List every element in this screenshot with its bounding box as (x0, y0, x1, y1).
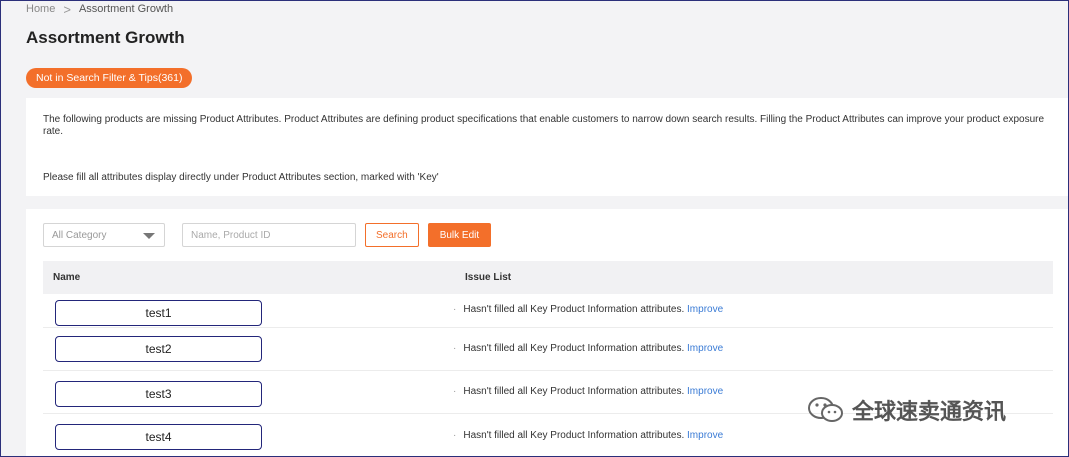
table-row: test1 · Hasn't filled all Key Product Inf… (43, 294, 1053, 328)
bullet-icon: · (453, 430, 457, 441)
column-header-issue: Issue List (465, 272, 512, 283)
info-text-2: Please fill all attributes display direc… (43, 172, 439, 183)
improve-link[interactable]: Improve (687, 430, 723, 441)
bullet-icon: · (453, 386, 457, 397)
improve-link[interactable]: Improve (687, 343, 723, 354)
wechat-icon (808, 397, 843, 422)
watermark-text: 全球速卖通资讯 (852, 399, 1007, 424)
info-text-1: The following products are missing Produ… (43, 114, 1045, 137)
issue-text: · Hasn't filled all Key Product Informati… (453, 304, 724, 315)
watermark: 全球速卖通资讯 (806, 394, 1006, 426)
product-name: test3 (55, 381, 262, 407)
improve-link[interactable]: Improve (687, 304, 723, 315)
filter-bar: All Category Search Bulk Edit (43, 223, 492, 247)
category-select[interactable]: All Category (43, 223, 165, 247)
search-input[interactable] (182, 223, 356, 247)
search-button[interactable]: Search (365, 223, 419, 247)
page-title: Assortment Growth (26, 28, 185, 47)
issue-text: · Hasn't filled all Key Product Informati… (453, 343, 724, 354)
breadcrumb: Home > Assortment Growth (26, 1, 174, 17)
improve-link[interactable]: Improve (687, 386, 723, 397)
bulk-edit-button[interactable]: Bulk Edit (427, 223, 492, 247)
product-name: test2 (55, 336, 262, 362)
table-row: test2 · Hasn't filled all Key Product Inf… (43, 328, 1053, 371)
info-box: The following products are missing Produ… (26, 98, 1069, 196)
category-select-value: All Category (52, 229, 107, 241)
table-header: Name Issue List (43, 261, 1053, 294)
breadcrumb-home[interactable]: Home (26, 3, 55, 15)
bullet-icon: · (453, 304, 457, 315)
chevron-right-icon: > (63, 1, 71, 17)
breadcrumb-current: Assortment Growth (78, 3, 174, 15)
not-in-search-filter-tab[interactable]: Not in Search Filter & Tips(361) (26, 68, 193, 88)
product-name: test1 (55, 300, 262, 326)
caret-down-icon (143, 233, 155, 239)
column-header-name: Name (53, 272, 81, 283)
bullet-icon: · (453, 343, 457, 354)
issue-text: · Hasn't filled all Key Product Informati… (453, 386, 724, 397)
product-name: test4 (55, 424, 262, 450)
issue-text: · Hasn't filled all Key Product Informati… (453, 430, 724, 441)
